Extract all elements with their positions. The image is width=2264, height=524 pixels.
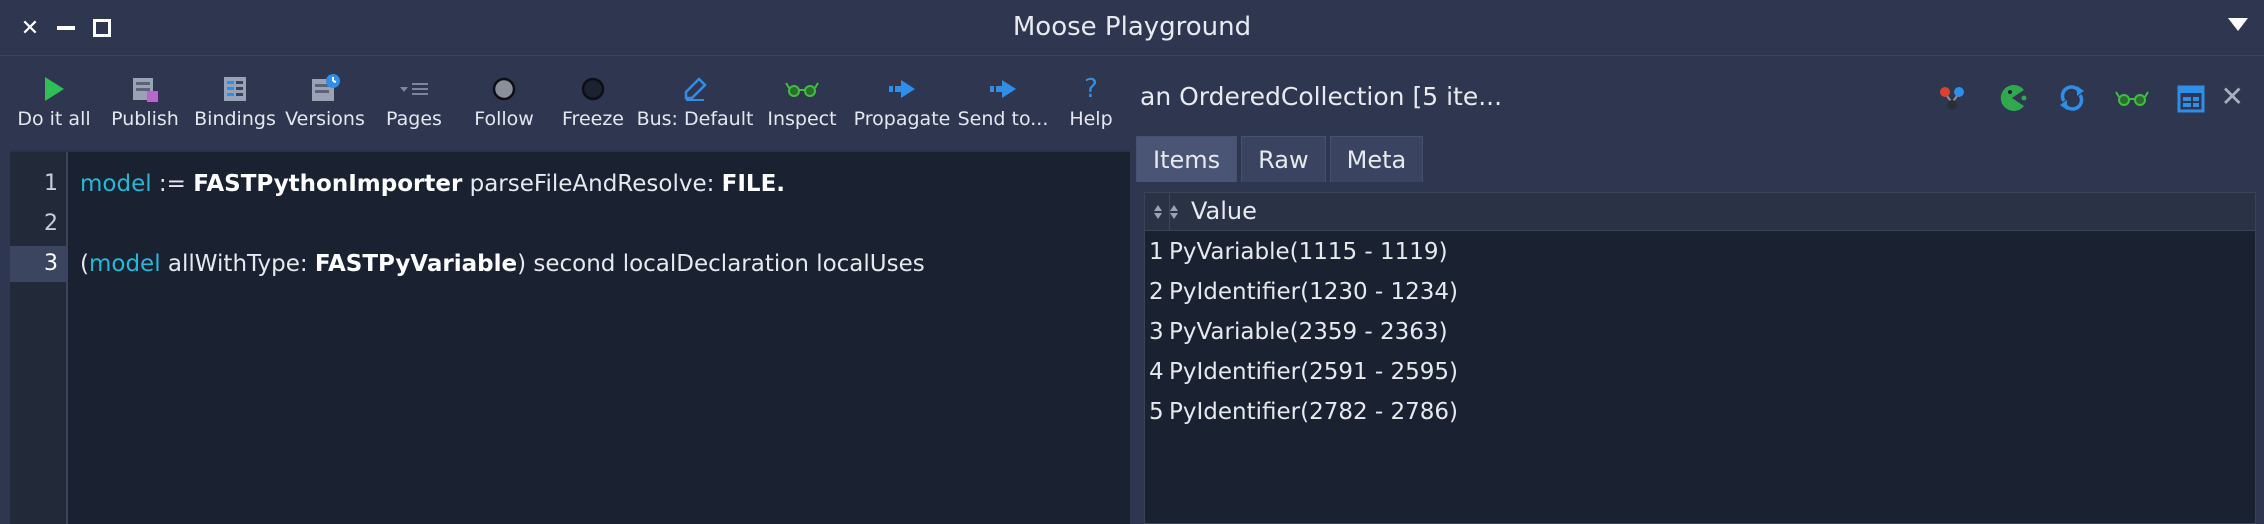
send-to-button[interactable]: Send to... (954, 62, 1052, 146)
code-message-chain: ) second localDeclaration localUses (517, 251, 925, 277)
column-header-value[interactable]: Value (1191, 197, 1257, 225)
code-message: parseFileAndResolve: (462, 171, 722, 197)
table-row[interactable]: 2 PyIdentifier(1230 - 1234) (1145, 272, 2255, 312)
playground-pane: Do it all Publish Bindings Versions Page (0, 56, 1130, 524)
glasses-icon[interactable] (2112, 78, 2152, 118)
tab-meta[interactable]: Meta (1329, 136, 1424, 182)
follow-label: Follow (474, 108, 534, 130)
row-index: 5 (1149, 399, 1164, 425)
table-row[interactable]: 3 PyVariable(2359 - 2363) (1145, 312, 2255, 352)
code-class-name: FASTPyVariable (314, 251, 518, 277)
row-index: 1 (1149, 239, 1164, 265)
window-title: Moose Playground (1012, 12, 1252, 42)
send-to-label: Send to... (957, 108, 1049, 130)
pages-icon (396, 72, 432, 106)
table-header: Value (1145, 193, 2255, 231)
freeze-button[interactable]: Freeze (550, 62, 636, 146)
table-row[interactable]: 5 PyIdentifier(2782 - 2786) (1145, 392, 2255, 432)
tree-icon[interactable] (1932, 78, 1972, 118)
publish-label: Publish (111, 108, 179, 130)
items-table: Value 1 PyVariable(1115 - 1119) 2 PyIden… (1144, 192, 2256, 524)
table-row[interactable]: 4 PyIdentifier(2591 - 2595) (1145, 352, 2255, 392)
row-value: PyIdentifier(1230 - 1234) (1169, 279, 1459, 305)
do-it-all-label: Do it all (17, 108, 91, 130)
help-button[interactable]: ? Help (1052, 62, 1130, 146)
tab-raw[interactable]: Raw (1241, 136, 1326, 182)
do-it-all-button[interactable]: Do it all (8, 62, 100, 146)
publish-icon (130, 72, 160, 106)
help-icon: ? (1084, 74, 1098, 104)
title-bar: ✕ Moose Playground (0, 0, 2264, 56)
row-index: 3 (1149, 319, 1164, 345)
glasses-icon (785, 72, 819, 106)
versions-button[interactable]: Versions (280, 62, 370, 146)
inspector-pane: an OrderedCollection [5 ite... ✕ Items R… (1130, 56, 2264, 524)
line-number: 1 (44, 171, 58, 196)
freeze-circle-icon (580, 72, 606, 106)
code-paren: ( (80, 251, 89, 277)
inspect-button[interactable]: Inspect (754, 62, 850, 146)
bus-default-label: Bus: Default (636, 108, 754, 130)
follow-button[interactable]: Follow (458, 62, 550, 146)
line-number-gutter: 1 2 3 (10, 152, 68, 524)
pages-button[interactable]: Pages (370, 62, 458, 146)
inspector-tabs: Items Raw Meta (1136, 136, 1424, 182)
code-message: allWithType: (160, 251, 315, 277)
bus-default-button[interactable]: Bus: Default (636, 62, 754, 146)
playground-toolbar: Do it all Publish Bindings Versions Page (8, 62, 1130, 146)
bindings-icon (220, 72, 250, 106)
code-argument: FILE. (721, 171, 786, 197)
propagate-arrow-icon (887, 72, 917, 106)
table-row[interactable]: 1 PyVariable(1115 - 1119) (1145, 232, 2255, 272)
versions-icon (309, 72, 341, 106)
pacman-icon[interactable] (1992, 78, 2032, 118)
inspector-title: an OrderedCollection [5 ite... (1140, 82, 1503, 111)
code-variable: model (88, 251, 161, 277)
row-value: PyIdentifier(2591 - 2595) (1169, 359, 1459, 385)
bus-pen-icon (682, 72, 708, 106)
help-label: Help (1069, 108, 1113, 130)
follow-circle-icon (491, 72, 517, 106)
publish-button[interactable]: Publish (100, 62, 190, 146)
versions-label: Versions (285, 108, 365, 130)
code-editor[interactable]: 1 2 3 model := FASTPythonImporter parseF… (10, 150, 1130, 524)
row-index: 4 (1149, 359, 1164, 385)
freeze-label: Freeze (562, 108, 624, 130)
pages-label: Pages (386, 108, 442, 130)
propagate-label: Propagate (853, 108, 951, 130)
window-menu-caret-icon[interactable] (2228, 18, 2248, 31)
row-index: 2 (1149, 279, 1164, 305)
code-line-3[interactable]: (model allWithType: FASTPyVariable) seco… (80, 246, 925, 282)
row-value: PyIdentifier(2782 - 2786) (1169, 399, 1459, 425)
code-class-name: FASTPythonImporter (193, 171, 463, 197)
line-number: 2 (44, 211, 58, 236)
bindings-label: Bindings (194, 108, 276, 130)
tab-items[interactable]: Items (1136, 136, 1238, 182)
refresh-icon[interactable] (2052, 78, 2092, 118)
code-variable: model (80, 171, 152, 197)
send-arrow-icon (988, 72, 1018, 106)
inspect-label: Inspect (767, 108, 837, 130)
bindings-button[interactable]: Bindings (190, 62, 280, 146)
code-line-1[interactable]: model := FASTPythonImporter parseFileAnd… (80, 166, 785, 202)
sort-value-icon[interactable] (1165, 199, 1183, 225)
close-inspector-icon[interactable]: ✕ (2221, 80, 2244, 113)
inspector-toolbar (1932, 78, 2212, 118)
window-icon[interactable] (2172, 78, 2212, 118)
row-value: PyVariable(1115 - 1119) (1169, 239, 1448, 265)
propagate-button[interactable]: Propagate (850, 62, 954, 146)
line-number-active: 3 (10, 246, 68, 282)
play-icon (42, 72, 66, 106)
code-operator: := (151, 171, 194, 197)
row-value: PyVariable(2359 - 2363) (1169, 319, 1448, 345)
